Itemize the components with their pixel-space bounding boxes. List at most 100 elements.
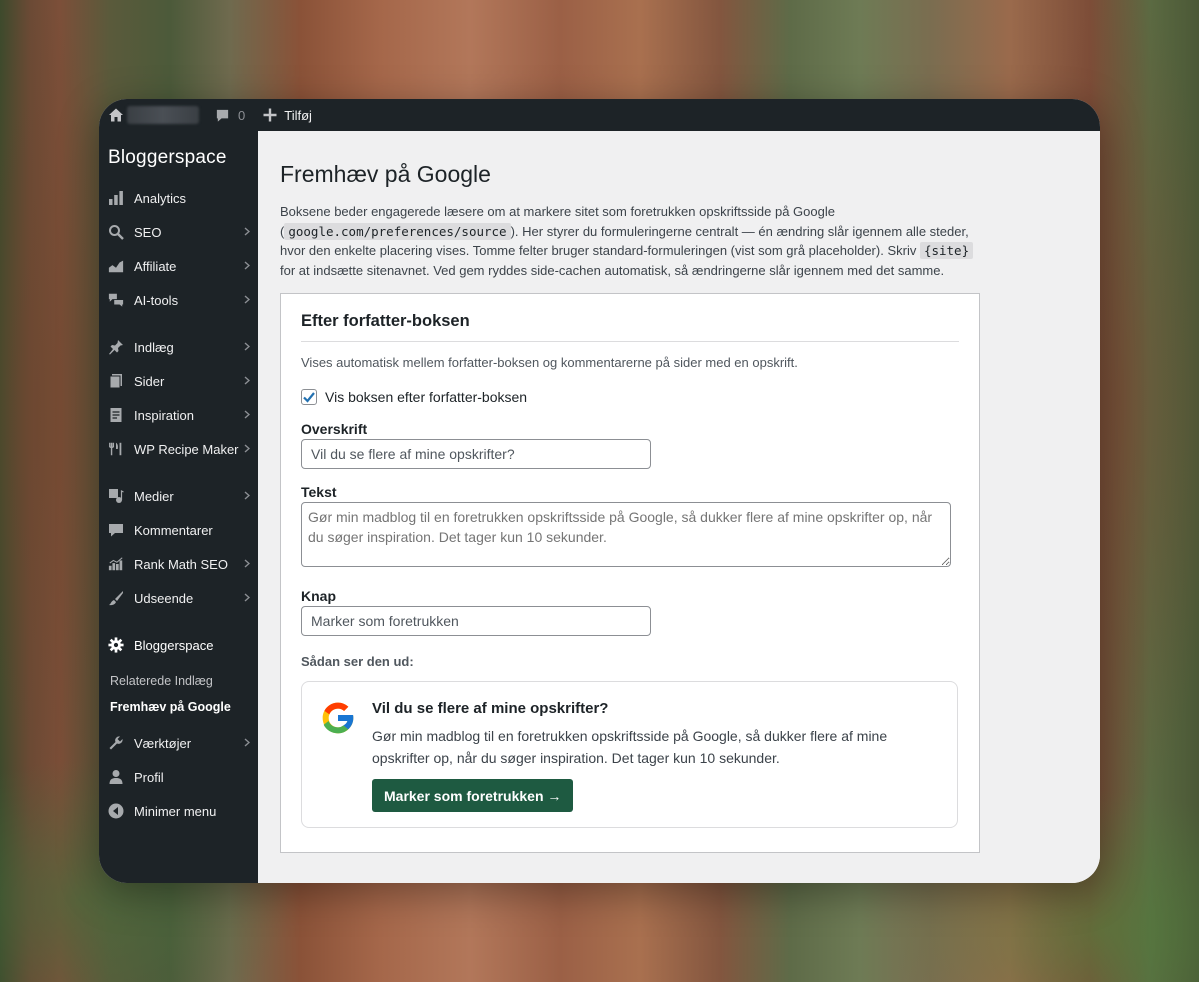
chevron-right-icon bbox=[244, 444, 250, 453]
sidebar-item-medier[interactable]: Medier bbox=[99, 479, 258, 513]
search-icon bbox=[108, 224, 124, 240]
settings-card: Efter forfatter-boksen Vises automatisk … bbox=[280, 293, 980, 853]
sidebar-item-label: AI-tools bbox=[134, 292, 179, 308]
chevron-right-icon bbox=[244, 559, 250, 568]
main-content: Fremhæv på Google Boksene beder engagere… bbox=[258, 131, 1100, 883]
admin-bar: 0 Tilføj bbox=[99, 99, 1100, 131]
utensils-icon bbox=[108, 441, 124, 457]
sidebar-item-analytics[interactable]: Analytics bbox=[99, 181, 258, 215]
sidebar-item-label: WP Recipe Maker bbox=[134, 441, 239, 457]
comments-count: 0 bbox=[238, 107, 246, 123]
collapse-icon bbox=[108, 803, 124, 819]
overskrift-input[interactable] bbox=[301, 439, 651, 469]
wrench-icon bbox=[108, 735, 124, 751]
preview-title: Vil du se flere af mine opskrifter? bbox=[372, 700, 609, 717]
knap-label: Knap bbox=[301, 588, 336, 604]
card-heading: Efter forfatter-boksen bbox=[301, 312, 959, 342]
pin-icon bbox=[108, 339, 124, 355]
sidebar-item-label: Affiliate bbox=[134, 258, 177, 274]
comment-icon bbox=[216, 109, 229, 122]
sidebar-item-label: Kommentarer bbox=[134, 522, 213, 538]
sidebar-item-label: Profil bbox=[134, 769, 164, 785]
tekst-label: Tekst bbox=[301, 484, 337, 500]
show-box-checkbox[interactable] bbox=[301, 389, 317, 405]
sidebar-item-label: Indlæg bbox=[134, 339, 174, 355]
sidebar-item-rank-math-seo[interactable]: Rank Math SEO bbox=[99, 547, 258, 581]
sidebar-item-profil[interactable]: Profil bbox=[99, 760, 258, 794]
sidebar-brand: Bloggerspace bbox=[108, 147, 227, 168]
sidebar-item-label: Udseende bbox=[134, 590, 194, 606]
sidebar-item-label: Værktøjer bbox=[134, 735, 192, 751]
chevron-right-icon bbox=[244, 376, 250, 385]
preview-body: Vil du se flere af mine opskrifter? Gør … bbox=[372, 698, 932, 812]
document-icon bbox=[108, 407, 124, 423]
user-icon bbox=[108, 769, 124, 785]
page-title: Fremhæv på Google bbox=[280, 161, 491, 187]
chevron-right-icon bbox=[244, 410, 250, 419]
chevron-right-icon bbox=[244, 491, 250, 500]
sidebar-item-label: Bloggerspace bbox=[134, 637, 214, 653]
brush-icon bbox=[108, 590, 124, 606]
sidebar-item-wp-recipe-maker[interactable]: WP Recipe Maker bbox=[99, 432, 258, 466]
submenu-item-relaterede-indlaeg[interactable]: Relaterede Indlæg bbox=[99, 668, 258, 694]
show-box-checkbox-row[interactable]: Vis boksen efter forfatter-boksen bbox=[301, 389, 959, 405]
google-logo-icon bbox=[322, 702, 355, 734]
chevron-right-icon bbox=[244, 261, 250, 270]
sidebar-item-bloggerspace[interactable]: Bloggerspace bbox=[99, 628, 258, 662]
chevron-right-icon bbox=[244, 738, 250, 747]
card-description: Vises automatisk mellem forfatter-boksen… bbox=[301, 355, 798, 370]
sidebar-item-minimer-menu[interactable]: Minimer menu bbox=[99, 794, 258, 828]
media-icon bbox=[108, 488, 124, 504]
sidebar-item-label: Inspiration bbox=[134, 407, 194, 423]
add-new-link[interactable]: Tilføj bbox=[263, 108, 312, 123]
intro-text-3: for at indsætte sitenavnet. Ved gem rydd… bbox=[280, 262, 945, 278]
sidebar-item-kommentarer[interactable]: Kommentarer bbox=[99, 513, 258, 547]
tekst-textarea[interactable] bbox=[301, 502, 951, 567]
bloggerspace-submenu: Relaterede Indlæg Fremhæv på Google bbox=[99, 662, 258, 726]
sidebar-item-affiliate[interactable]: Affiliate bbox=[99, 249, 258, 283]
comments-link[interactable]: 0 bbox=[215, 108, 245, 123]
add-new-label: Tilføj bbox=[284, 107, 312, 123]
sidebar-item-label: SEO bbox=[134, 224, 162, 240]
chevron-right-icon bbox=[244, 593, 250, 602]
bar-chart-icon bbox=[108, 190, 124, 206]
sidebar-item-seo[interactable]: SEO bbox=[99, 215, 258, 249]
comment-icon bbox=[108, 522, 124, 538]
home-icon[interactable] bbox=[108, 107, 124, 123]
chevron-right-icon bbox=[244, 227, 250, 236]
chevron-right-icon bbox=[244, 342, 250, 351]
show-box-checkbox-label: Vis boksen efter forfatter-boksen bbox=[325, 389, 528, 405]
intro-code-url: google.com/preferences/source bbox=[284, 222, 511, 240]
gear-icon bbox=[108, 637, 124, 653]
intro-code-site: {site} bbox=[919, 242, 974, 259]
sidebar-item-ai-tools[interactable]: AI-tools bbox=[99, 283, 258, 317]
pages-icon bbox=[108, 373, 124, 389]
site-name-blurred[interactable] bbox=[127, 106, 199, 124]
sidebar-item-label: Analytics bbox=[134, 190, 187, 206]
intro-paragraph: Boksene beder engagerede læsere om at ma… bbox=[280, 202, 980, 280]
preview-text: Gør min madblog til en foretrukken opskr… bbox=[372, 728, 888, 766]
submenu-item-fremhaev-paa-google[interactable]: Fremhæv på Google bbox=[99, 694, 258, 720]
checkmark-icon bbox=[303, 392, 315, 403]
plus-icon bbox=[263, 108, 277, 122]
overskrift-label: Overskrift bbox=[301, 421, 368, 437]
knap-input[interactable] bbox=[301, 606, 651, 636]
sidebar-item-label: Minimer menu bbox=[134, 803, 217, 819]
preview-label: Sådan ser den ud: bbox=[301, 654, 414, 669]
admin-sidebar: Bloggerspace Analytics SEO Affiliate AI-… bbox=[99, 131, 258, 883]
sidebar-item-inspiration[interactable]: Inspiration bbox=[99, 398, 258, 432]
sidebar-item-udseende[interactable]: Udseende bbox=[99, 581, 258, 615]
chat-bubbles-icon bbox=[108, 292, 124, 308]
rank-chart-icon bbox=[108, 556, 124, 572]
sidebar-item-label: Sider bbox=[134, 373, 165, 389]
sidebar-item-indlaeg[interactable]: Indlæg bbox=[99, 330, 258, 364]
area-chart-icon bbox=[108, 258, 124, 274]
sidebar-item-label: Rank Math SEO bbox=[134, 556, 228, 572]
sidebar-item-sider[interactable]: Sider bbox=[99, 364, 258, 398]
preview-cta-button[interactable]: Marker som foretrukken → bbox=[372, 779, 574, 812]
app-window: 0 Tilføj Bloggerspace Analytics SEO Affi… bbox=[99, 99, 1100, 883]
chevron-right-icon bbox=[244, 295, 250, 304]
sidebar-item-vaerktoejer[interactable]: Værktøjer bbox=[99, 726, 258, 760]
preview-box: Vil du se flere af mine opskrifter? Gør … bbox=[301, 681, 958, 828]
sidebar-item-label: Medier bbox=[134, 488, 174, 504]
